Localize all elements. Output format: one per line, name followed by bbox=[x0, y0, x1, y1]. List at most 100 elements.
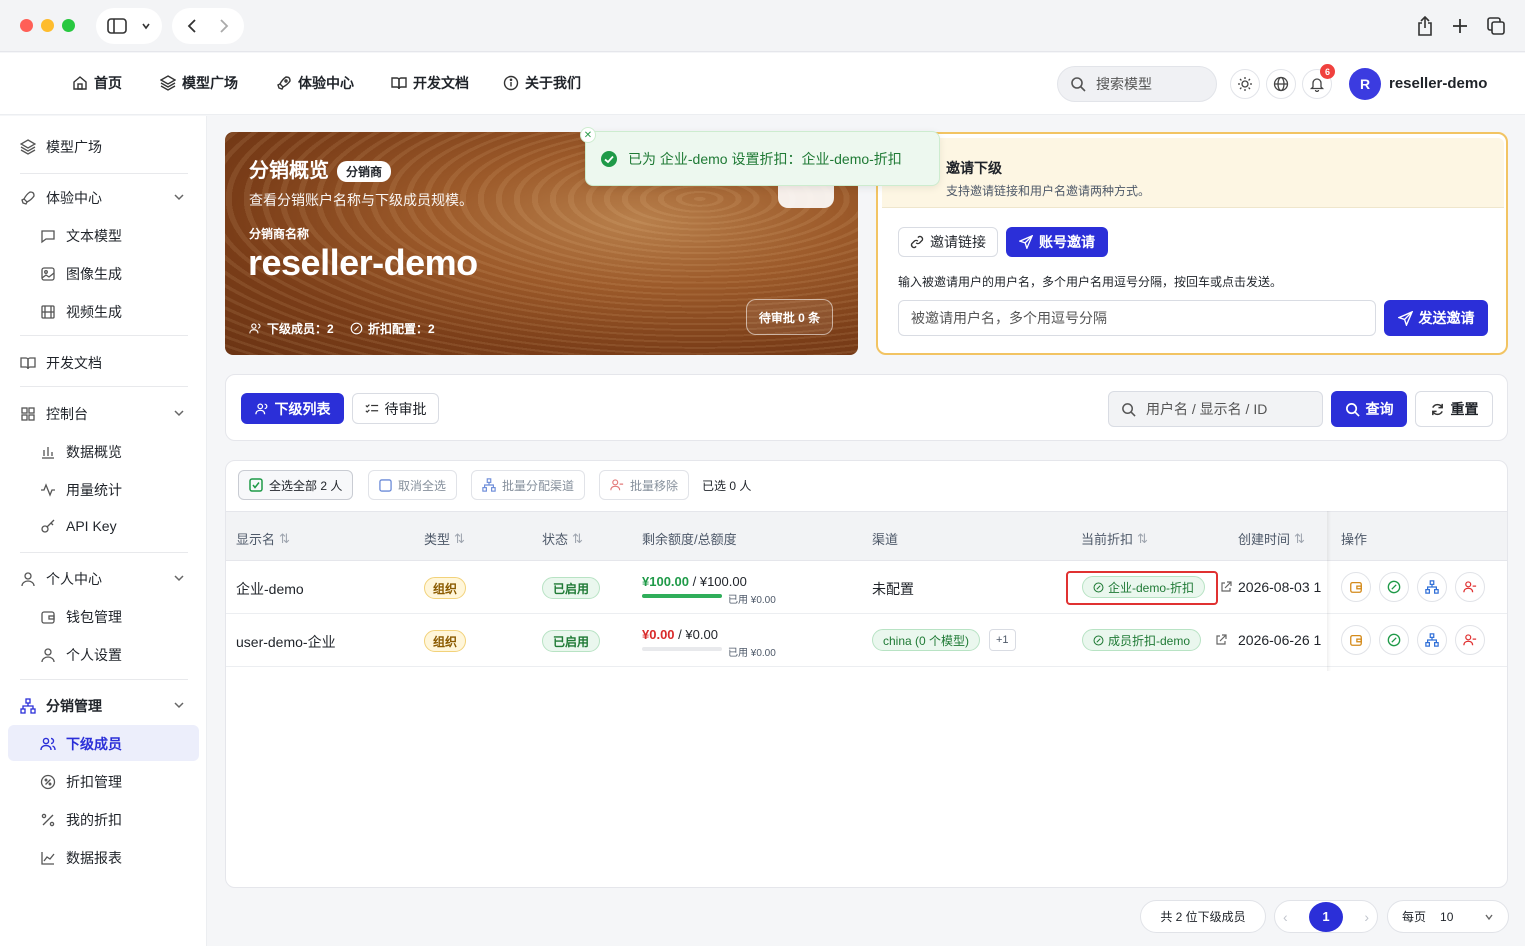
nav-experience[interactable]: 体验中心 bbox=[276, 73, 354, 93]
column-header-status[interactable]: 状态 ⇅ bbox=[542, 529, 583, 548]
close-icon[interactable]: ✕ bbox=[580, 127, 596, 143]
wallet-action-button[interactable] bbox=[1341, 625, 1371, 655]
close-window-button[interactable] bbox=[20, 19, 33, 32]
deselect-all-label: 取消全选 bbox=[398, 478, 447, 493]
sidebar-item-api-key[interactable]: API Key bbox=[40, 518, 117, 534]
batch-remove-button[interactable]: 批量移除 bbox=[599, 470, 690, 500]
sidebar-item-label: 钱包管理 bbox=[66, 609, 122, 625]
discount-action-button[interactable] bbox=[1379, 572, 1409, 602]
link-icon bbox=[910, 235, 924, 249]
nav-home[interactable]: 首页 bbox=[72, 73, 122, 93]
sidebar-item-discount-mgmt[interactable]: 折扣管理 bbox=[40, 772, 122, 792]
zoom-window-button[interactable] bbox=[62, 19, 75, 32]
wallet-action-button[interactable] bbox=[1341, 572, 1371, 602]
user-remove-icon bbox=[610, 479, 624, 491]
tab-pending[interactable]: 待审批 bbox=[352, 393, 439, 424]
nav-model-square[interactable]: 模型广场 bbox=[160, 73, 238, 93]
sidebar-item-settings[interactable]: 个人设置 bbox=[40, 645, 122, 665]
tabs-overview-icon[interactable] bbox=[1484, 14, 1508, 38]
sidebar-item-model-square[interactable]: 模型广场 bbox=[20, 137, 102, 157]
avatar[interactable]: R bbox=[1349, 68, 1381, 100]
sidebar-item-video-gen[interactable]: 视频生成 bbox=[40, 302, 122, 322]
chevron-down-icon[interactable] bbox=[172, 698, 186, 712]
nav-about[interactable]: 关于我们 bbox=[503, 73, 581, 93]
model-search-input[interactable]: 搜索模型 bbox=[1057, 66, 1217, 102]
theme-toggle-button[interactable] bbox=[1230, 69, 1260, 99]
minimize-window-button[interactable] bbox=[41, 19, 54, 32]
sidebar-item-my-discount[interactable]: 我的折扣 bbox=[40, 810, 122, 830]
remove-action-button[interactable] bbox=[1455, 625, 1485, 655]
sidebar-item-distribution[interactable]: 分销管理 bbox=[20, 696, 102, 716]
invite-username-input[interactable]: 被邀请用户名，多个用逗号分隔 bbox=[898, 300, 1376, 336]
sidebar-item-experience[interactable]: 体验中心 bbox=[20, 188, 102, 208]
invite-link-label: 邀请链接 bbox=[930, 234, 986, 250]
channel-more-badge[interactable]: +1 bbox=[989, 629, 1016, 651]
divider bbox=[20, 173, 188, 174]
column-header-discount[interactable]: 当前折扣 ⇅ bbox=[1081, 529, 1148, 548]
page-number-button[interactable]: 1 bbox=[1309, 901, 1343, 932]
channel-action-button[interactable] bbox=[1417, 625, 1447, 655]
sidebar-item-reports[interactable]: 数据报表 bbox=[40, 848, 122, 868]
next-page-icon[interactable]: › bbox=[1364, 909, 1369, 925]
query-button[interactable]: 查询 bbox=[1331, 391, 1407, 427]
channel-action-button[interactable] bbox=[1417, 572, 1447, 602]
reset-button[interactable]: 重置 bbox=[1415, 391, 1493, 427]
channel-text: 未配置 bbox=[872, 581, 914, 597]
layers-icon bbox=[160, 75, 176, 91]
invite-link-tab[interactable]: 邀请链接 bbox=[898, 227, 998, 257]
activity-icon bbox=[41, 483, 55, 497]
discount-count: 折扣配置：2 bbox=[350, 320, 435, 337]
users-icon bbox=[254, 402, 267, 414]
hero-title: 分销概览 bbox=[249, 160, 329, 182]
film-icon bbox=[41, 305, 55, 319]
prev-page-icon[interactable]: ‹ bbox=[1283, 909, 1288, 925]
chevron-down-icon[interactable] bbox=[172, 406, 186, 420]
sidebar-item-usage-stats[interactable]: 用量统计 bbox=[40, 480, 122, 500]
sidebar-item-text-model[interactable]: 文本模型 bbox=[40, 226, 122, 246]
share-icon[interactable] bbox=[1413, 14, 1437, 38]
deselect-all-button[interactable]: 取消全选 bbox=[368, 470, 458, 500]
page-size-select[interactable]: 每页 10 bbox=[1387, 900, 1509, 933]
batch-assign-channel-button[interactable]: 批量分配渠道 bbox=[471, 470, 586, 500]
chevron-down-icon[interactable] bbox=[172, 190, 186, 204]
forward-icon[interactable] bbox=[219, 18, 229, 34]
search-icon bbox=[1345, 402, 1360, 417]
sidebar-item-dev-docs[interactable]: 开发文档 bbox=[20, 353, 102, 373]
user-remove-icon bbox=[1463, 634, 1477, 646]
bar-chart-icon bbox=[42, 447, 54, 459]
chevron-down-icon[interactable] bbox=[172, 571, 186, 585]
sidebar-item-wallet[interactable]: 钱包管理 bbox=[40, 607, 122, 627]
select-all-button[interactable]: 全选全部 2 人 bbox=[238, 470, 354, 500]
column-header-name[interactable]: 显示名 ⇅ bbox=[236, 529, 290, 548]
divider bbox=[20, 552, 188, 553]
language-button[interactable] bbox=[1266, 69, 1296, 99]
member-search-input[interactable]: 用户名 / 显示名 / ID bbox=[1108, 391, 1323, 427]
notifications-button[interactable]: 6 bbox=[1302, 64, 1335, 99]
sidebar-item-data-overview[interactable]: 数据概览 bbox=[40, 442, 122, 462]
discount-badge[interactable]: 企业-demo-折扣 bbox=[1082, 576, 1206, 598]
sidebar-toggle-button[interactable] bbox=[96, 8, 162, 44]
remove-action-button[interactable] bbox=[1455, 572, 1485, 602]
pending-approval-button[interactable]: 待审批 0 条 bbox=[746, 299, 833, 335]
sidebar-item-console[interactable]: 控制台 bbox=[20, 404, 88, 424]
sidebar-item-personal[interactable]: 个人中心 bbox=[20, 569, 102, 589]
account-invite-tab[interactable]: 账号邀请 bbox=[1006, 227, 1108, 257]
tab-pending-label: 待审批 bbox=[384, 400, 427, 417]
tab-sub-list[interactable]: 下级列表 bbox=[241, 393, 344, 424]
account-invite-label: 账号邀请 bbox=[1039, 234, 1095, 250]
column-header-type[interactable]: 类型 ⇅ bbox=[424, 529, 465, 548]
discount-badge[interactable]: 成员折扣-demo bbox=[1082, 629, 1202, 651]
discount-action-button[interactable] bbox=[1379, 625, 1409, 655]
new-tab-icon[interactable] bbox=[1448, 14, 1472, 38]
column-header-created[interactable]: 创建时间 ⇅ bbox=[1238, 529, 1305, 548]
sidebar-item-sub-members[interactable]: 下级成员 bbox=[40, 734, 122, 754]
sort-icon: ⇅ bbox=[1294, 530, 1305, 546]
external-link-icon[interactable] bbox=[1220, 581, 1232, 593]
external-link-icon[interactable] bbox=[1215, 634, 1227, 646]
username[interactable]: reseller-demo bbox=[1389, 75, 1487, 92]
back-icon[interactable] bbox=[187, 18, 197, 34]
send-invite-button[interactable]: 发送邀请 bbox=[1384, 300, 1488, 336]
nav-dev-docs[interactable]: 开发文档 bbox=[391, 73, 469, 93]
sidebar-item-image-gen[interactable]: 图像生成 bbox=[40, 264, 122, 284]
discount-count-text: 折扣配置：2 bbox=[368, 322, 435, 336]
